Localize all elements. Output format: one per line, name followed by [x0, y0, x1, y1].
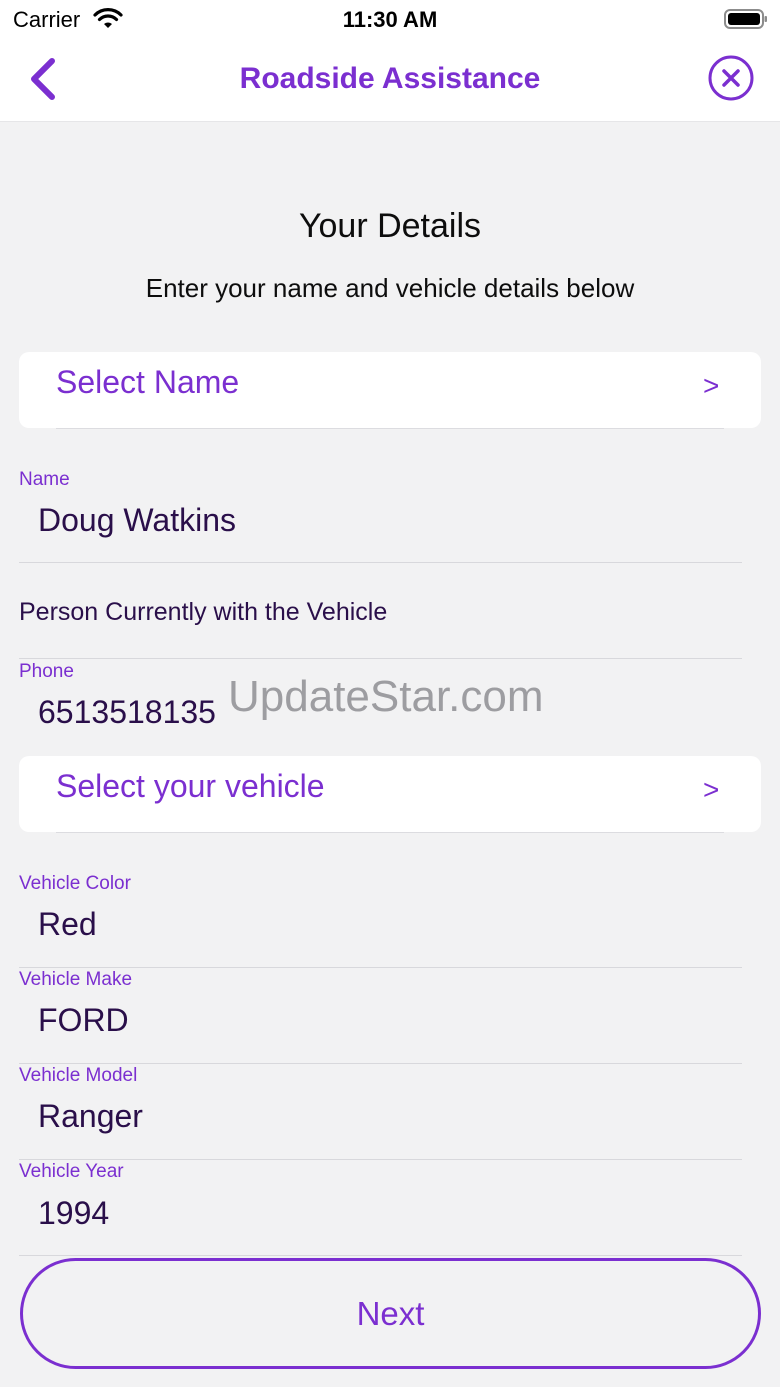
divider: [19, 1159, 742, 1160]
name-input[interactable]: [38, 502, 718, 539]
vehicle-model-input[interactable]: [38, 1098, 718, 1135]
vehicle-make-label: Vehicle Make: [19, 969, 133, 990]
section-heading: Your Details: [298, 207, 482, 245]
next-button[interactable]: Next: [20, 1258, 761, 1369]
close-circle-icon: [708, 55, 754, 101]
divider: [19, 1255, 742, 1256]
vehicle-model-label: Vehicle Model: [19, 1065, 138, 1086]
divider: [56, 428, 724, 429]
vehicle-year-input[interactable]: [38, 1195, 718, 1232]
select-name-label: Select Name: [56, 364, 240, 400]
close-button[interactable]: [707, 54, 755, 102]
next-button-label: Next: [356, 1295, 425, 1332]
watermark: UpdateStar.com: [228, 672, 544, 721]
select-vehicle-label: Select your vehicle: [56, 768, 325, 804]
page-title: Roadside Assistance: [239, 62, 541, 95]
nav-bar: Roadside Assistance: [0, 42, 780, 122]
divider: [19, 967, 742, 968]
vehicle-make-input[interactable]: [38, 1002, 718, 1039]
divider: [56, 832, 724, 833]
select-name-button[interactable]: Select Name >: [19, 352, 761, 429]
name-field-label: Name: [19, 469, 70, 490]
divider: [19, 1063, 742, 1064]
chevron-right-icon: >: [703, 774, 720, 805]
status-bar: Carrier 11:30 AM: [0, 0, 780, 42]
chevron-right-icon: >: [703, 370, 720, 401]
phone-input[interactable]: [38, 694, 218, 731]
vehicle-year-label: Vehicle Year: [19, 1161, 124, 1182]
section-subheading: Enter your name and vehicle details belo…: [145, 273, 635, 303]
vehicle-color-input[interactable]: [38, 906, 718, 943]
person-with-vehicle-note: Person Currently with the Vehicle: [19, 598, 388, 626]
divider: [19, 658, 742, 659]
vehicle-color-label: Vehicle Color: [19, 873, 131, 894]
clock: 11:30 AM: [342, 7, 438, 32]
divider: [19, 562, 742, 563]
battery-icon: [724, 9, 767, 29]
phone-field-label: Phone: [19, 661, 74, 682]
select-vehicle-button[interactable]: Select your vehicle >: [19, 756, 761, 833]
